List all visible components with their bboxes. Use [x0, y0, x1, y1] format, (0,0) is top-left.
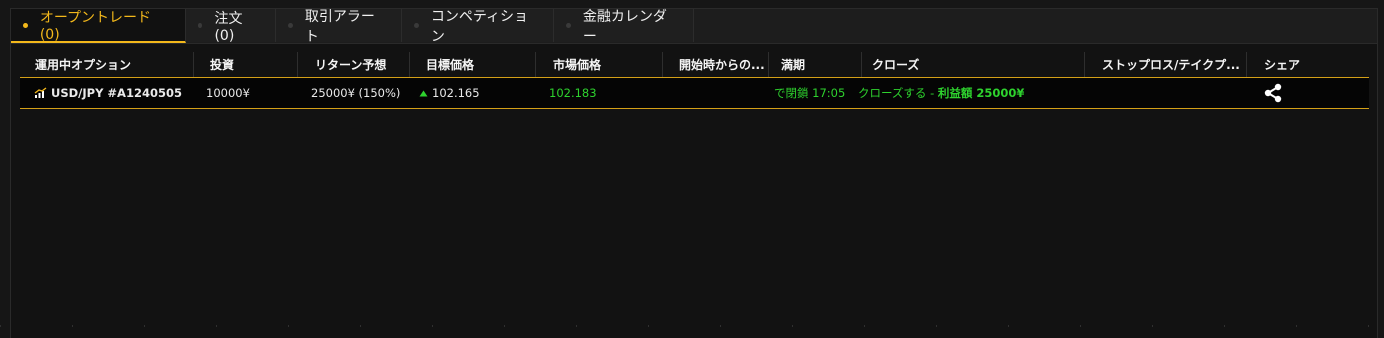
tab-trade-alerts[interactable]: 取引アラート — [276, 9, 402, 45]
expiry-value: で閉鎖 17:05 — [774, 86, 846, 100]
column-header-since-start[interactable]: 開始時からの... — [663, 52, 769, 77]
arrow-up-icon — [419, 90, 428, 96]
column-header-stoploss[interactable]: ストップロス/テイクプ... — [1085, 52, 1247, 77]
target-value: 102.165 — [432, 86, 480, 100]
column-header-close[interactable]: クローズ — [862, 52, 1085, 77]
close-trade-link[interactable]: クローズする - 利益額 25000¥ — [858, 78, 1024, 108]
share-icon — [1264, 83, 1282, 103]
column-header-share[interactable]: シェア — [1247, 52, 1369, 77]
close-action-label: クローズする - — [858, 86, 935, 100]
option-name: USD/JPY #A1240505 — [51, 86, 182, 100]
dot-icon — [566, 23, 571, 28]
tab-financial-calendar[interactable]: 金融カレンダー — [554, 9, 694, 45]
column-header-market[interactable]: 市場価格 — [536, 52, 663, 77]
column-header-expiry[interactable]: 満期 — [769, 52, 862, 77]
table-header: 運用中オプション 投資 リターン予想 目標価格 市場価格 開始時からの... 満… — [20, 52, 1369, 78]
dot-icon — [198, 23, 203, 28]
trade-panel: オープントレード (0) 注文 (0) 取引アラート コンペティション 金融カレ… — [10, 8, 1378, 338]
tab-competition[interactable]: コンペティション — [402, 9, 554, 45]
market-value: 102.183 — [549, 86, 597, 100]
tab-orders[interactable]: 注文 (0) — [186, 9, 276, 44]
bottom-divider — [0, 325, 1384, 327]
column-header-option[interactable]: 運用中オプション — [20, 52, 194, 77]
investment-value: 10000¥ — [206, 86, 250, 100]
column-header-investment[interactable]: 投資 — [194, 52, 298, 77]
table-row[interactable]: USD/JPY #A1240505 10000¥ 25000¥ (150%) 1… — [20, 78, 1369, 109]
dot-icon — [23, 22, 28, 28]
tab-bar: オープントレード (0) 注文 (0) 取引アラート コンペティション 金融カレ… — [11, 9, 1377, 45]
column-header-target[interactable]: 目標価格 — [410, 52, 536, 77]
chart-icon — [34, 87, 47, 98]
share-button[interactable] — [1263, 78, 1283, 108]
open-trades-table: 運用中オプション 投資 リターン予想 目標価格 市場価格 開始時からの... 満… — [20, 52, 1369, 109]
tab-label: 注文 (0) — [214, 10, 243, 44]
return-value: 25000¥ (150%) — [311, 86, 401, 100]
dot-icon — [414, 23, 419, 28]
tab-label: 金融カレンダー — [582, 8, 667, 45]
tab-label: 取引アラート — [304, 8, 375, 45]
target-cell: 102.165 — [419, 78, 480, 108]
dot-icon — [288, 23, 293, 28]
close-profit-label: 利益額 25000¥ — [937, 86, 1025, 100]
tab-label: コンペティション — [430, 8, 529, 45]
column-header-return[interactable]: リターン予想 — [298, 52, 410, 77]
tab-open-trades[interactable]: オープントレード (0) — [11, 9, 186, 43]
tab-label: オープントレード (0) — [39, 10, 152, 43]
option-cell[interactable]: USD/JPY #A1240505 — [34, 78, 182, 108]
